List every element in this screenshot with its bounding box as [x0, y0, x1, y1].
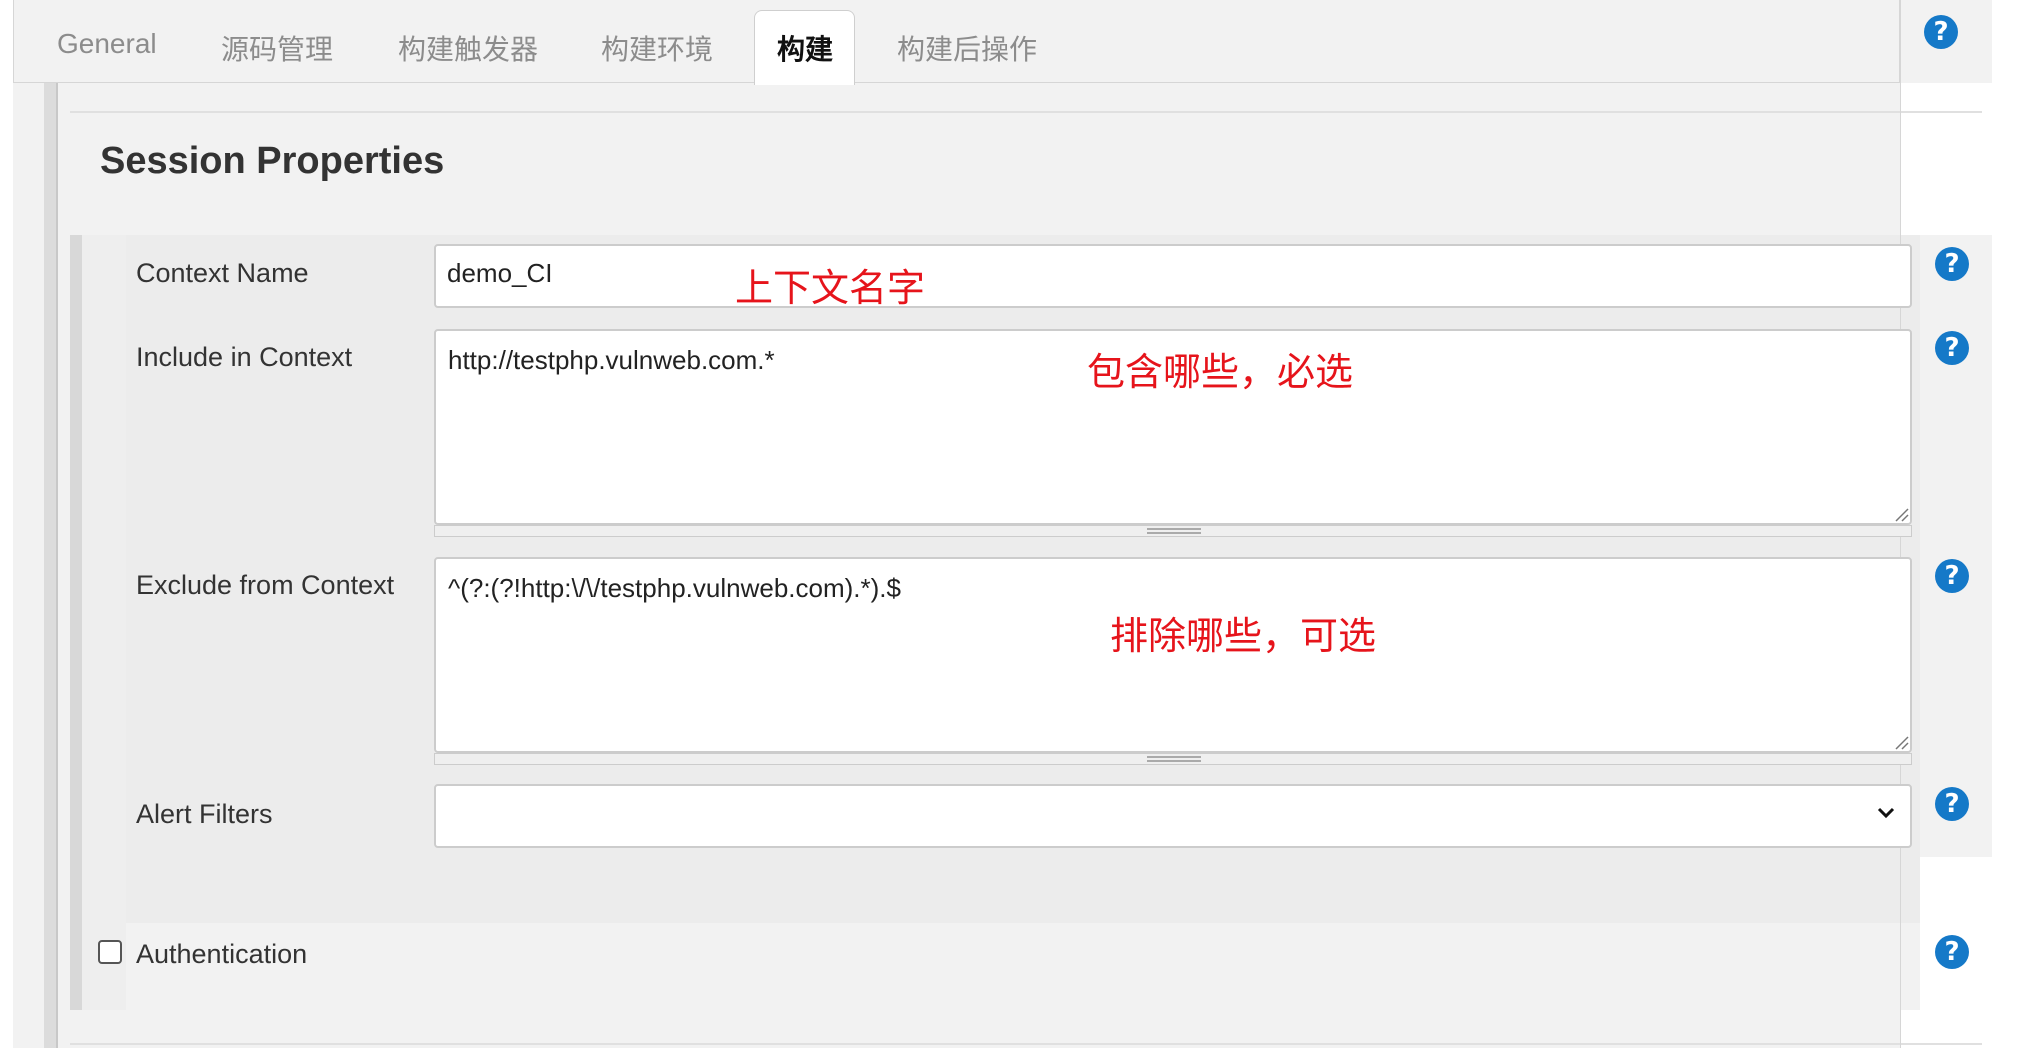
tab-build-triggers[interactable]: 构建触发器	[398, 28, 538, 68]
context-name-annotation: 上下文名字	[735, 268, 926, 310]
help-icon[interactable]: ?	[1935, 247, 1969, 281]
include-context-annotation: 包含哪些，必选	[1087, 352, 1354, 394]
authentication-label: Authentication	[136, 939, 308, 969]
help-icon[interactable]: ?	[1935, 935, 1969, 969]
exclude-context-resizer[interactable]	[434, 753, 1912, 765]
authentication-checkbox[interactable]	[98, 940, 122, 964]
section-rail-edge	[56, 83, 58, 1048]
resize-grip-icon[interactable]	[1893, 734, 1909, 750]
context-name-value: demo_CI	[447, 258, 553, 288]
section-title: Session Properties	[100, 140, 445, 182]
tab-general[interactable]: General	[57, 28, 157, 60]
config-tab-bar: General 源码管理 构建触发器 构建环境 构建 构建后操作	[13, 0, 1900, 85]
alert-filters-select[interactable]	[434, 784, 1912, 848]
help-icon[interactable]: ?	[1935, 331, 1969, 365]
tab-post-build[interactable]: 构建后操作	[897, 28, 1037, 68]
section-divider-bottom	[70, 1043, 1982, 1045]
exclude-context-label: Exclude from Context	[136, 570, 395, 600]
block-rail-inner	[82, 235, 126, 1010]
include-context-resizer[interactable]	[434, 525, 1912, 537]
chevron-down-icon	[1877, 807, 1895, 819]
context-name-input[interactable]: demo_CI	[434, 244, 1912, 308]
alert-filters-label: Alert Filters	[136, 799, 273, 829]
help-icon[interactable]: ?	[1935, 787, 1969, 821]
exclude-context-annotation: 排除哪些，可选	[1110, 616, 1377, 658]
block-rail	[70, 235, 82, 1010]
tab-source-control[interactable]: 源码管理	[221, 28, 333, 68]
help-icon[interactable]: ?	[1924, 15, 1958, 49]
include-context-label: Include in Context	[136, 342, 353, 372]
section-divider	[70, 111, 1982, 113]
resize-grip-icon[interactable]	[1893, 506, 1909, 522]
context-name-label: Context Name	[136, 258, 309, 288]
authentication-row	[70, 923, 1920, 1010]
help-icon[interactable]: ?	[1935, 559, 1969, 593]
tab-build-environment[interactable]: 构建环境	[601, 28, 713, 68]
section-rail	[44, 83, 56, 1048]
tab-build[interactable]: 构建	[777, 28, 833, 68]
